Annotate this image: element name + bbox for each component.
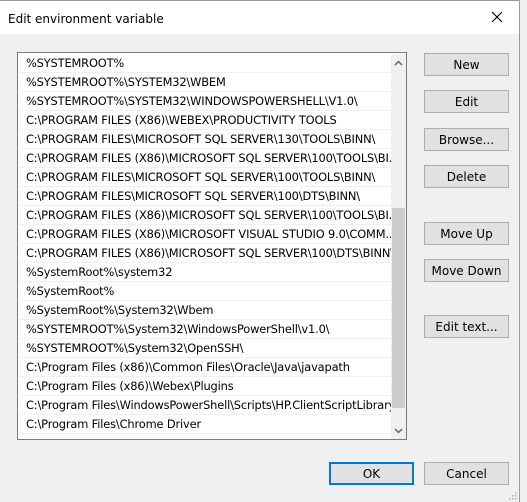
ok-button[interactable]: OK	[329, 462, 414, 485]
path-list-item[interactable]: C:\Program Files (x86)\Common Files\Orac…	[19, 358, 391, 377]
cancel-button[interactable]: Cancel	[424, 462, 509, 485]
window-title: Edit environment variable	[8, 12, 164, 26]
browse-button[interactable]: Browse...	[424, 128, 509, 151]
close-button[interactable]	[475, 1, 519, 33]
move-down-button[interactable]: Move Down	[424, 259, 509, 282]
scroll-down-button[interactable]	[391, 422, 406, 439]
path-list-item[interactable]: C:\Program Files\Chrome Driver	[19, 415, 391, 434]
path-list-item[interactable]: %SYSTEMROOT%\SYSTEM32\WINDOWSPOWERSHELL\…	[19, 92, 391, 111]
path-list[interactable]: %SYSTEMROOT% %SYSTEMROOT%\SYSTEM32\WBEM %S…	[17, 52, 407, 440]
chevron-down-icon	[394, 428, 403, 433]
background-window-edge	[520, 0, 527, 502]
delete-button[interactable]: Delete	[424, 165, 509, 188]
new-button[interactable]: New	[424, 53, 509, 76]
title-bar: Edit environment variable	[0, 0, 519, 34]
edit-button[interactable]: Edit	[424, 90, 509, 113]
vertical-scrollbar[interactable]	[391, 54, 406, 439]
path-list-item[interactable]: %SystemRoot%\System32\Wbem	[19, 301, 391, 320]
scroll-thumb[interactable]	[392, 207, 405, 408]
path-list-item[interactable]: %SystemRoot%\system32	[19, 263, 391, 282]
chevron-up-icon	[394, 60, 403, 65]
path-list-item[interactable]: %SYSTEMROOT%	[19, 54, 391, 73]
path-list-item[interactable]: C:\Program Files\WindowsPowerShell\Scrip…	[19, 396, 391, 415]
resize-grip-icon[interactable]	[507, 490, 517, 500]
edit-text-button[interactable]: Edit text...	[424, 315, 509, 338]
path-list-item[interactable]: %SystemRoot%	[19, 282, 391, 301]
path-list-item[interactable]: C:\PROGRAM FILES\MICROSOFT SQL SERVER\10…	[19, 187, 391, 206]
path-list-item[interactable]: C:\PROGRAM FILES\MICROSOFT SQL SERVER\10…	[19, 168, 391, 187]
path-list-item[interactable]: %SYSTEMROOT%\SYSTEM32\WBEM	[19, 73, 391, 92]
path-list-item[interactable]: %SYSTEMROOT%\System32\OpenSSH\	[19, 339, 391, 358]
close-icon	[491, 11, 503, 23]
path-list-item[interactable]: %SYSTEMROOT%\System32\WindowsPowerShell\…	[19, 320, 391, 339]
move-up-button[interactable]: Move Up	[424, 222, 509, 245]
scroll-up-button[interactable]	[391, 54, 406, 71]
path-list-item[interactable]: C:\PROGRAM FILES\MICROSOFT SQL SERVER\13…	[19, 130, 391, 149]
path-list-item[interactable]: C:\PROGRAM FILES (X86)\MICROSOFT SQL SER…	[19, 244, 391, 263]
path-list-item[interactable]: C:\PROGRAM FILES (X86)\MICROSOFT VISUAL …	[19, 225, 391, 244]
path-list-item[interactable]: C:\Program Files (x86)\Webex\Plugins	[19, 377, 391, 396]
path-list-item[interactable]: C:\PROGRAM FILES (X86)\MICROSOFT SQL SER…	[19, 206, 391, 225]
path-list-item[interactable]: C:\PROGRAM FILES (X86)\WEBEX\PRODUCTIVIT…	[19, 111, 391, 130]
path-list-rows: %SYSTEMROOT% %SYSTEMROOT%\SYSTEM32\WBEM %S…	[19, 54, 391, 434]
path-list-item[interactable]: C:\PROGRAM FILES (X86)\MICROSOFT SQL SER…	[19, 149, 391, 168]
